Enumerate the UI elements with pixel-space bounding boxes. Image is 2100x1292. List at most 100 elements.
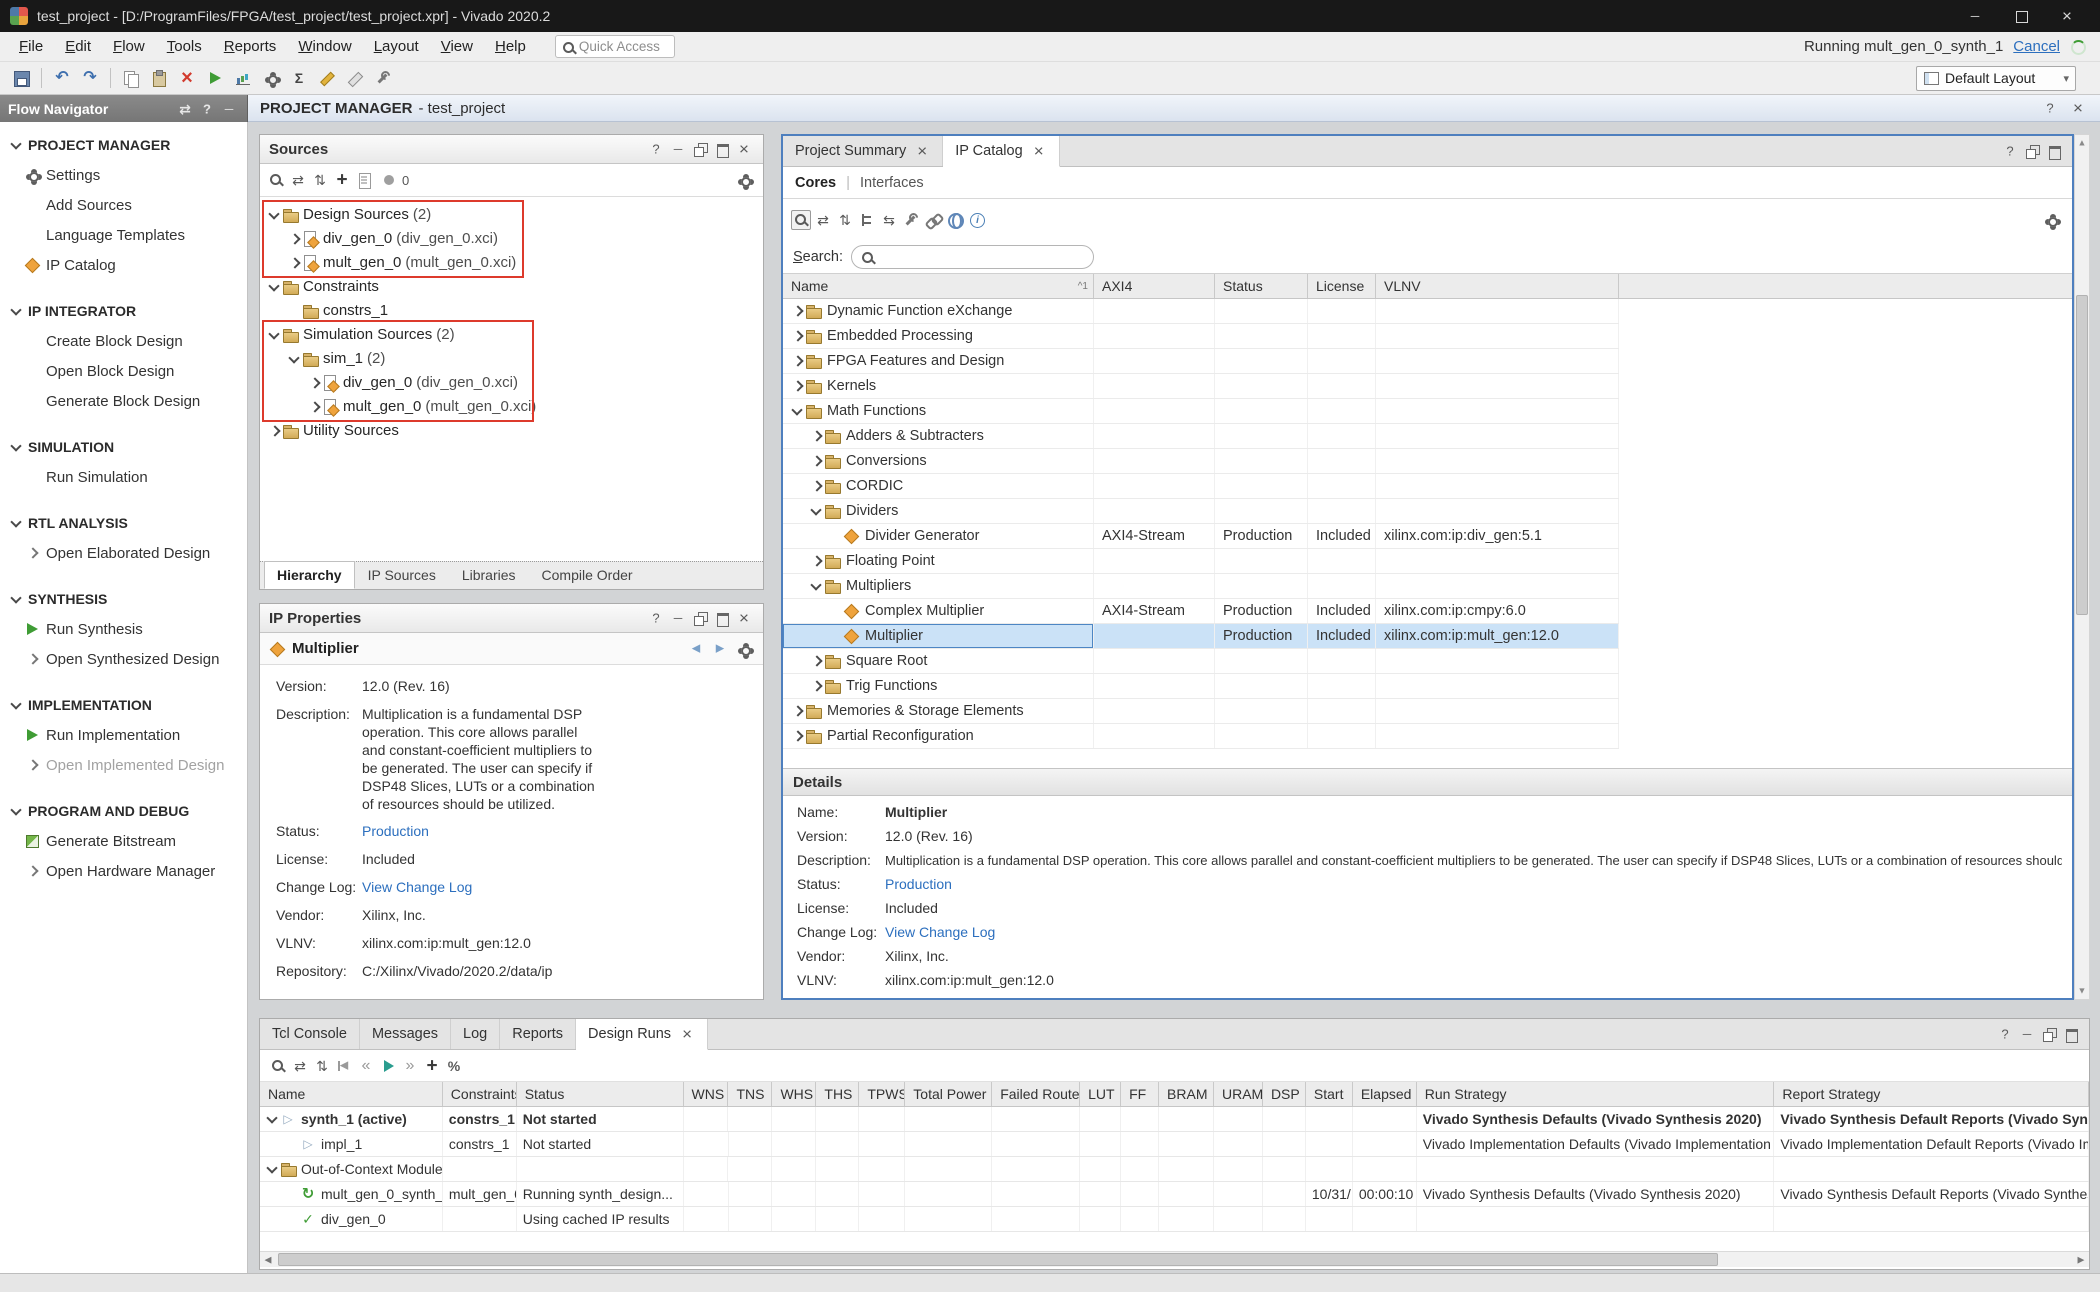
ipprops-close-button[interactable] (734, 608, 754, 628)
flownav-minimize-button[interactable] (219, 99, 239, 119)
flow-section-header-rtl-analysis[interactable]: RTL ANALYSIS (0, 508, 247, 538)
ip-catalog-row-conversions[interactable]: Conversions (783, 449, 1619, 474)
runs-column-name[interactable]: Name (260, 1082, 443, 1106)
sources-tree-row-utility-sources[interactable]: Utility Sources (260, 419, 763, 443)
ip-catalog-row-multiplier[interactable]: MultiplierProductionIncludedxilinx.com:i… (783, 624, 1619, 649)
sources-tool-plus-button[interactable] (332, 170, 352, 190)
previous-object-button[interactable] (686, 639, 706, 659)
menu-item-tools[interactable]: Tools (156, 32, 213, 61)
ip-catalog-row-embedded-processing[interactable]: Embedded Processing (783, 324, 1619, 349)
runs-column-tpws[interactable]: TPWS (859, 1082, 905, 1106)
expander[interactable] (266, 207, 282, 223)
tab-design-runs[interactable]: Design Runs (576, 1019, 708, 1050)
sources-tree-row-mult-gen-0[interactable]: mult_gen_0(mult_gen_0.xci) (260, 251, 763, 275)
catalog-chain-button[interactable] (923, 210, 943, 230)
banner-question-button[interactable] (2040, 98, 2060, 118)
ipprops-question-button[interactable] (646, 608, 666, 628)
ipprops-maximize-button[interactable] (712, 608, 732, 628)
runs-win-float-button[interactable] (2039, 1024, 2059, 1044)
flow-item-run-simulation[interactable]: Run Simulation (0, 462, 247, 492)
ip-catalog-row-multipliers[interactable]: Multipliers (783, 574, 1619, 599)
toolbar-copy-button[interactable] (118, 65, 144, 91)
expander[interactable] (789, 328, 805, 344)
runs-percent-button[interactable] (444, 1056, 464, 1076)
runs-column-bram[interactable]: BRAM (1159, 1082, 1214, 1106)
catalog-win-question-button[interactable] (2000, 141, 2020, 161)
sources-tab-compile-order[interactable]: Compile Order (529, 561, 646, 589)
expander[interactable] (789, 353, 805, 369)
sources-tree-row-mult-gen-0[interactable]: mult_gen_0(mult_gen_0.xci) (260, 395, 763, 419)
sources-tree-row-design-sources[interactable]: Design Sources(2) (260, 203, 763, 227)
runs-column-status[interactable]: Status (517, 1082, 684, 1106)
tab-reports[interactable]: Reports (500, 1019, 576, 1049)
expander[interactable] (789, 403, 805, 419)
expander[interactable] (808, 478, 824, 494)
ip-catalog-row-kernels[interactable]: Kernels (783, 374, 1619, 399)
expander[interactable] (789, 303, 805, 319)
ip-catalog-row-divider-generator[interactable]: Divider GeneratorAXI4-StreamProductionIn… (783, 524, 1619, 549)
ip-catalog-row-square-root[interactable]: Square Root (783, 649, 1619, 674)
runs-column-dsp[interactable]: DSP (1263, 1082, 1306, 1106)
flow-item-open-implemented-design[interactable]: Open Implemented Design (0, 750, 247, 780)
expander[interactable] (264, 1111, 280, 1127)
runs-column-ff[interactable]: FF (1121, 1082, 1159, 1106)
horizontal-scrollbar[interactable] (260, 1251, 2089, 1267)
catalog-hierarchy-button[interactable] (857, 210, 877, 230)
runs-forward-button[interactable] (400, 1056, 420, 1076)
expander[interactable] (266, 279, 282, 295)
catalog-globe-button[interactable] (945, 210, 965, 230)
flow-section-header-project-manager[interactable]: PROJECT MANAGER (0, 130, 247, 160)
ip-catalog-row-fpga-features-and-design[interactable]: FPGA Features and Design (783, 349, 1619, 374)
catalog-wrench-button[interactable] (901, 210, 921, 230)
expander[interactable] (306, 375, 322, 391)
catalog-magnifier-button[interactable] (791, 210, 811, 230)
scroll-left-button[interactable] (260, 1252, 276, 1267)
toolbar-redo-button[interactable] (77, 65, 103, 91)
sources-maximize-button[interactable] (712, 139, 732, 159)
toolbar-wrench-button[interactable] (370, 65, 396, 91)
design-run-row-impl-1[interactable]: impl_1constrs_1Not startedVivado Impleme… (260, 1132, 2089, 1157)
ip-catalog-row-dynamic-function-exchange[interactable]: Dynamic Function eXchange (783, 299, 1619, 324)
menu-item-view[interactable]: View (430, 32, 484, 61)
expander[interactable] (808, 678, 824, 694)
runs-column-run-strategy[interactable]: Run Strategy (1417, 1082, 1775, 1106)
next-object-button[interactable] (710, 639, 730, 659)
design-run-row-mult-gen-0-synth-1[interactable]: mult_gen_0_synth_1mult_gen_0Running synt… (260, 1182, 2089, 1207)
tab-log[interactable]: Log (451, 1019, 500, 1049)
expander[interactable] (264, 1161, 280, 1177)
layout-selector[interactable]: Default Layout (1916, 66, 2076, 91)
expander[interactable] (789, 703, 805, 719)
runs-column-lut[interactable]: LUT (1080, 1082, 1121, 1106)
expander[interactable] (808, 653, 824, 669)
runs-column-elapsed[interactable]: Elapsed (1353, 1082, 1417, 1106)
sources-tool-doc-button[interactable] (354, 170, 374, 190)
detail-value[interactable]: View Change Log (885, 924, 995, 940)
property-value[interactable]: Production (362, 822, 429, 841)
menu-item-flow[interactable]: Flow (102, 32, 156, 61)
runs-column-failed-routes[interactable]: Failed Routes (992, 1082, 1080, 1106)
menu-item-window[interactable]: Window (287, 32, 362, 61)
catalog-column-vlnv[interactable]: VLNV (1376, 274, 1619, 298)
catalog-column-status[interactable]: Status (1215, 274, 1308, 298)
sources-float-button[interactable] (690, 139, 710, 159)
toolbar-sigma-button[interactable] (286, 65, 312, 91)
flownav-question-button[interactable] (197, 99, 217, 119)
ipprops-float-button[interactable] (690, 608, 710, 628)
banner-close-button[interactable] (2068, 98, 2088, 118)
menu-item-reports[interactable]: Reports (213, 32, 288, 61)
runs-win-minimize-button[interactable] (2017, 1024, 2037, 1044)
catalog-column-axi4[interactable]: AXI4 (1094, 274, 1215, 298)
flow-item-open-hardware-manager[interactable]: Open Hardware Manager (0, 856, 247, 886)
flow-section-header-ip-integrator[interactable]: IP INTEGRATOR (0, 296, 247, 326)
catalog-settings-button[interactable] (2038, 207, 2064, 233)
catalog-search-input[interactable] (851, 245, 1094, 269)
flow-item-open-elaborated-design[interactable]: Open Elaborated Design (0, 538, 247, 568)
toolbar-run-button[interactable] (202, 65, 228, 91)
detail-value[interactable]: Production (885, 876, 952, 892)
sources-tab-hierarchy[interactable]: Hierarchy (264, 561, 355, 589)
expander[interactable] (286, 351, 302, 367)
toolbar-gear-button[interactable] (258, 65, 284, 91)
runs-column-whs[interactable]: WHS (772, 1082, 816, 1106)
ip-catalog-row-dividers[interactable]: Dividers (783, 499, 1619, 524)
sources-tool-expand-button[interactable] (310, 170, 330, 190)
